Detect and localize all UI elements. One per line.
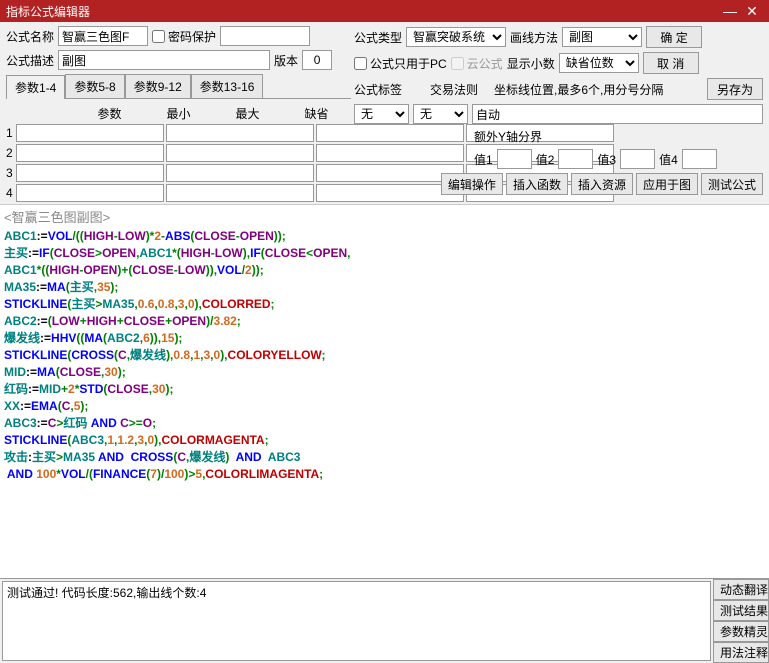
param-tabs: 参数1-4 参数5-8 参数9-12 参数13-16 xyxy=(6,74,351,99)
param-hdr-name: 参数 xyxy=(75,103,144,124)
param-hdr-default: 缺省 xyxy=(282,103,351,124)
tab-params-1-4[interactable]: 参数1-4 xyxy=(6,75,65,99)
draw-label: 画线方法 xyxy=(510,29,558,46)
param-row: 2 xyxy=(6,144,351,162)
param-input[interactable] xyxy=(166,184,314,202)
rule-select[interactable]: 无 xyxy=(413,104,468,124)
y1-input[interactable] xyxy=(497,149,532,169)
param-input[interactable] xyxy=(166,144,314,162)
edit-op-button[interactable]: 编辑操作 xyxy=(441,173,503,195)
param-input[interactable] xyxy=(16,184,164,202)
type-select[interactable]: 智赢突破系统 xyxy=(406,27,506,47)
desc-input[interactable] xyxy=(58,50,270,70)
tab-params-13-16[interactable]: 参数13-16 xyxy=(191,74,264,98)
test-result-button[interactable]: 测试结果 xyxy=(713,600,769,621)
y3-input[interactable] xyxy=(620,149,655,169)
param-input[interactable] xyxy=(16,164,164,182)
desc-label: 公式描述 xyxy=(6,52,54,69)
titlebar: 指标公式编辑器 — ✕ xyxy=(0,0,769,22)
tag-select[interactable]: 无 xyxy=(354,104,409,124)
name-label: 公式名称 xyxy=(6,28,54,45)
status-row: 测试通过! 代码长度:562,输出线个数:4 动态翻译 测试结果 参数精灵 用法… xyxy=(0,578,769,663)
param-row: 1 xyxy=(6,124,351,142)
param-hdr-max: 最大 xyxy=(213,103,282,124)
param-input[interactable] xyxy=(16,144,164,162)
coord-hint: 坐标线位置,最多6个,用分号分隔 xyxy=(494,81,663,98)
password-input[interactable] xyxy=(220,26,310,46)
close-icon[interactable]: ✕ xyxy=(741,3,763,20)
param-input[interactable] xyxy=(16,124,164,142)
extra-y-label: 额外Y轴分界 xyxy=(474,128,542,145)
param-row: 4 xyxy=(6,184,351,202)
pc-only-checkbox[interactable]: 公式只用于PC xyxy=(354,55,447,72)
version-label: 版本 xyxy=(274,52,298,69)
name-input[interactable] xyxy=(58,26,148,46)
coord-input[interactable] xyxy=(472,104,763,124)
dyn-trans-button[interactable]: 动态翻译 xyxy=(713,579,769,600)
status-text: 测试通过! 代码长度:562,输出线个数:4 xyxy=(2,581,711,661)
rule-label: 交易法则 xyxy=(430,81,478,98)
showdec-select[interactable]: 缺省位数 xyxy=(559,53,639,73)
password-checkbox[interactable]: 密码保护 xyxy=(152,28,216,45)
y4-input[interactable] xyxy=(682,149,717,169)
showdec-label: 显示小数 xyxy=(507,55,555,72)
usage-button[interactable]: 用法注释 xyxy=(713,642,769,663)
window-title: 指标公式编辑器 xyxy=(6,3,719,20)
code-title: <智赢三色图副图> xyxy=(0,205,769,228)
version-input[interactable] xyxy=(302,50,332,70)
cloud-checkbox: 云公式 xyxy=(451,55,503,72)
param-input[interactable] xyxy=(166,164,314,182)
tag-label: 公式标签 xyxy=(354,81,402,98)
form-area: 公式名称 密码保护 公式描述 版本 参数1-4 参数5-8 参数9-12 参数1… xyxy=(0,22,769,205)
saveas-button[interactable]: 另存为 xyxy=(707,78,763,100)
type-label: 公式类型 xyxy=(354,29,402,46)
cancel-button[interactable]: 取 消 xyxy=(643,52,699,74)
param-row: 3 xyxy=(6,164,351,182)
draw-select[interactable]: 副图 xyxy=(562,27,642,47)
y2-input[interactable] xyxy=(558,149,593,169)
test-formula-button[interactable]: 测试公式 xyxy=(701,173,763,195)
tab-params-9-12[interactable]: 参数9-12 xyxy=(125,74,191,98)
code-editor[interactable]: ABC1:=VOL/((HIGH-LOW)*2-ABS(CLOSE-OPEN))… xyxy=(0,228,769,578)
insert-res-button[interactable]: 插入资源 xyxy=(571,173,633,195)
param-input[interactable] xyxy=(166,124,314,142)
param-table: 参数 最小 最大 缺省 1 2 3 4 xyxy=(6,103,351,202)
param-wiz-button[interactable]: 参数精灵 xyxy=(713,621,769,642)
ok-button[interactable]: 确 定 xyxy=(646,26,702,48)
tab-params-5-8[interactable]: 参数5-8 xyxy=(65,74,124,98)
param-hdr-min: 最小 xyxy=(144,103,213,124)
minimize-icon[interactable]: — xyxy=(719,3,741,19)
apply-chart-button[interactable]: 应用于图 xyxy=(636,173,698,195)
insert-fn-button[interactable]: 插入函数 xyxy=(506,173,568,195)
